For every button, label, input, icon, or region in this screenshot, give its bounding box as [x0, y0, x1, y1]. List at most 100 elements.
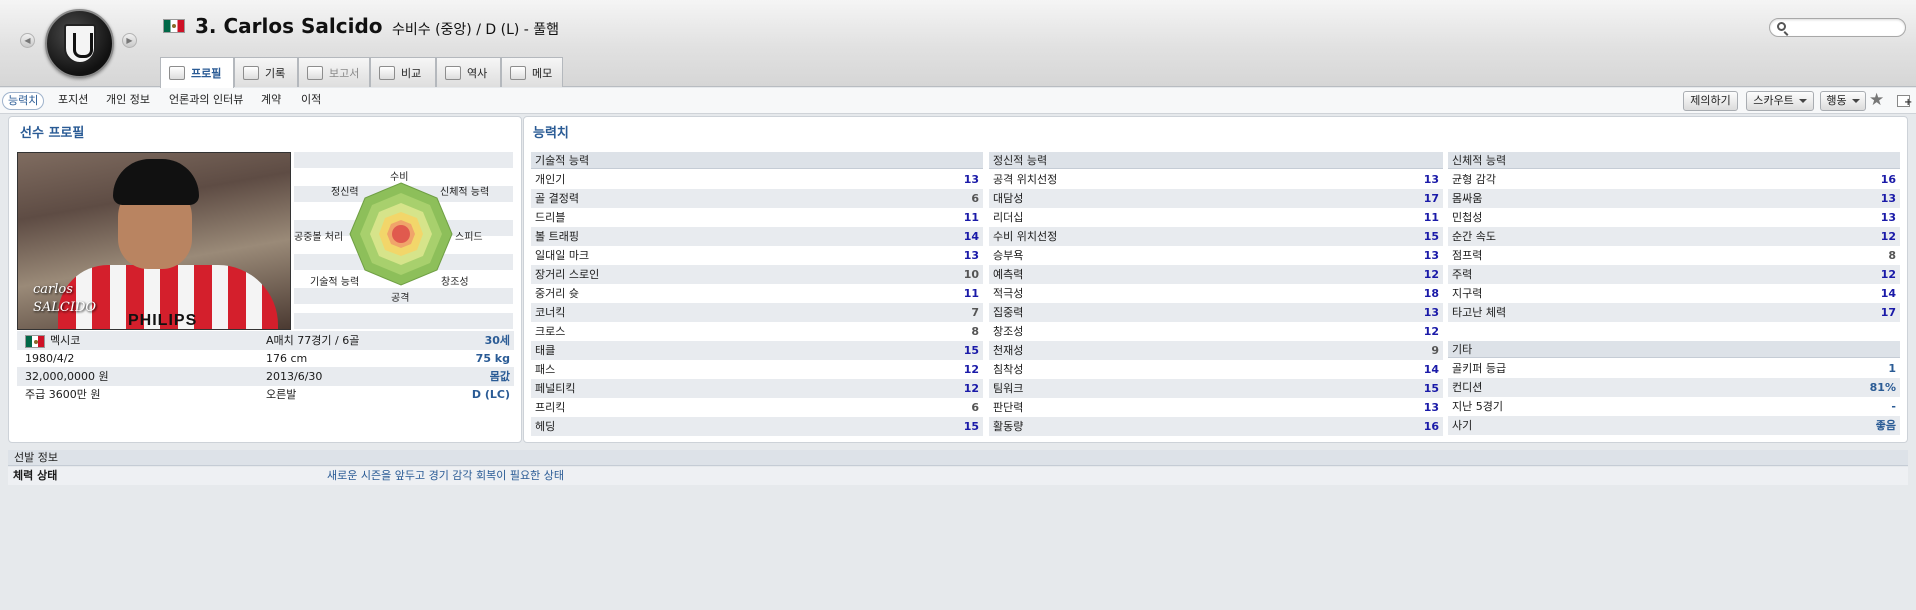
attribute-value: 13 [1423, 173, 1439, 186]
report-icon [307, 65, 323, 80]
attribute-name: 창조성 [993, 325, 1024, 338]
attribute-value: 15 [963, 344, 979, 357]
attribute-name: 코너킥 [535, 306, 566, 319]
attribute-name: 침착성 [993, 363, 1024, 376]
attribute-value: 15 [1423, 382, 1439, 395]
attribute-name: 대담성 [993, 192, 1024, 205]
tab-report[interactable]: 보고서 [298, 57, 370, 87]
attribute-value: 13 [1423, 306, 1439, 319]
tab-stats[interactable]: 기록 [234, 57, 298, 87]
subtab-personal-info[interactable]: 개인 정보 [101, 92, 155, 110]
attribute-name: 지난 5경기 [1452, 400, 1503, 413]
attribute-name: 공격 위치선정 [993, 173, 1058, 186]
star-icon[interactable]: ★ [1869, 91, 1884, 109]
attribute-name: 수비 위치선정 [993, 230, 1058, 243]
info-row-birth: 1980/4/2 176 cm 75 kg [17, 349, 514, 368]
attribute-row: 패스 12 [531, 360, 983, 379]
attribute-value: 15 [963, 420, 979, 433]
scout-dropdown[interactable]: 스카우트 [1746, 91, 1814, 111]
nationality: 멕시코 [50, 334, 81, 347]
profile-card-icon [169, 66, 185, 80]
selection-info-row: 체력 상태 새로운 시즌을 앞두고 경기 감각 회복이 필요한 상태 [8, 467, 1908, 485]
attribute-name: 페널티킥 [535, 382, 576, 395]
contract-expiry: 2013/6/30 [266, 370, 323, 383]
transfer-value: 32,000,0000 원 [25, 370, 109, 383]
attribute-value: 12 [1880, 268, 1896, 281]
attribute-row: 적극성 18 [989, 284, 1443, 303]
attribute-name: 골키퍼 등급 [1452, 362, 1507, 375]
subtab-attributes[interactable]: 능력치 [2, 92, 45, 110]
attribute-value: 8 [1888, 249, 1896, 262]
attribute-name: 균형 감각 [1452, 173, 1496, 186]
subtab-media-interview[interactable]: 언론과의 인터뷰 [164, 92, 248, 110]
photo-sponsor-text: PHILIPS [128, 312, 198, 329]
radar-label-mental: 정신력 [331, 187, 359, 198]
subtab-contract[interactable]: 계약 [256, 92, 286, 110]
attribute-name: 타고난 체력 [1452, 306, 1507, 319]
attribute-row: 드리블 11 [531, 208, 983, 227]
offer-button[interactable]: 제의하기 [1683, 91, 1738, 111]
attribute-radar-chart [349, 182, 453, 286]
mexico-flag-icon [163, 19, 185, 33]
back-arrow-icon[interactable]: ◀ [20, 33, 35, 48]
attribute-value: 13 [1880, 211, 1896, 224]
value-link[interactable]: 몸값 [490, 367, 510, 386]
attribute-value: 13 [963, 173, 979, 186]
attribute-name: 천재성 [993, 344, 1024, 357]
attribute-row: 침착성 14 [989, 360, 1443, 379]
attribute-row: 볼 트래핑 14 [531, 227, 983, 246]
weight: 75 kg [475, 352, 510, 365]
tab-label: 프로필 [191, 67, 222, 80]
attribute-value: 12 [1880, 230, 1896, 243]
attribute-name: 중거리 슛 [535, 287, 579, 300]
attribute-name: 적극성 [993, 287, 1024, 300]
weekly-wage: 주급 3600만 원 [25, 388, 101, 401]
attribute-row: 판단력 13 [989, 398, 1443, 417]
attribute-value: 13 [963, 249, 979, 262]
technical-header: 기술적 능력 [531, 152, 983, 169]
search-field[interactable] [1769, 18, 1906, 37]
subtab-positions[interactable]: 포지션 [53, 92, 93, 110]
attribute-name: 일대일 마크 [535, 249, 590, 262]
club-badge[interactable] [45, 9, 114, 78]
attribute-value: 17 [1880, 306, 1896, 319]
subtab-transfer[interactable]: 이적 [296, 92, 326, 110]
search-input[interactable] [1792, 20, 1900, 35]
attribute-row: 헤딩 15 [531, 417, 983, 436]
attribute-name: 헤딩 [535, 420, 556, 433]
add-widget-icon[interactable] [1897, 95, 1912, 108]
attribute-row: 중거리 슛 11 [531, 284, 983, 303]
tab-profile[interactable]: 프로필 [160, 57, 234, 88]
action-dropdown[interactable]: 행동 [1820, 91, 1866, 111]
attribute-name: 승부욕 [993, 249, 1024, 262]
attribute-value: 15 [1423, 230, 1439, 243]
player-photo: PHILIPS carlos SALCIDO [17, 152, 291, 330]
attribute-value: 12 [963, 363, 979, 376]
tab-compare[interactable]: 비교 [370, 57, 436, 87]
info-row-wage: 주급 3600만 원 오른발 D (LC) [17, 385, 514, 404]
attribute-value: - [1891, 400, 1896, 413]
attribute-row: 팀워크 15 [989, 379, 1443, 398]
attribute-row: 코너킥 7 [531, 303, 983, 322]
attribute-row: 균형 감각 16 [1448, 170, 1900, 189]
attribute-value: 14 [1880, 287, 1896, 300]
attribute-row: 창조성 12 [989, 322, 1443, 341]
radar-label-aerial: 공중볼 처리 [294, 232, 344, 243]
attribute-row: 몸싸움 13 [1448, 189, 1900, 208]
attribute-row: 공격 위치선정 13 [989, 170, 1443, 189]
attribute-name: 태클 [535, 344, 556, 357]
tab-notes[interactable]: 메모 [501, 57, 563, 87]
attribute-row: 프리킥 6 [531, 398, 983, 417]
attribute-value: 16 [1880, 173, 1896, 186]
forward-arrow-icon[interactable]: ▶ [122, 33, 137, 48]
attribute-name: 민첩성 [1452, 211, 1483, 224]
attribute-name: 순간 속도 [1452, 230, 1496, 243]
note-icon [510, 65, 526, 80]
attribute-row: 주력 12 [1448, 265, 1900, 284]
search-icon [1777, 22, 1786, 31]
tab-history[interactable]: 역사 [436, 57, 501, 87]
attribute-row: 일대일 마크 13 [531, 246, 983, 265]
history-icon [445, 65, 461, 80]
attribute-name: 장거리 스로인 [535, 268, 600, 281]
age: 30세 [484, 334, 510, 347]
